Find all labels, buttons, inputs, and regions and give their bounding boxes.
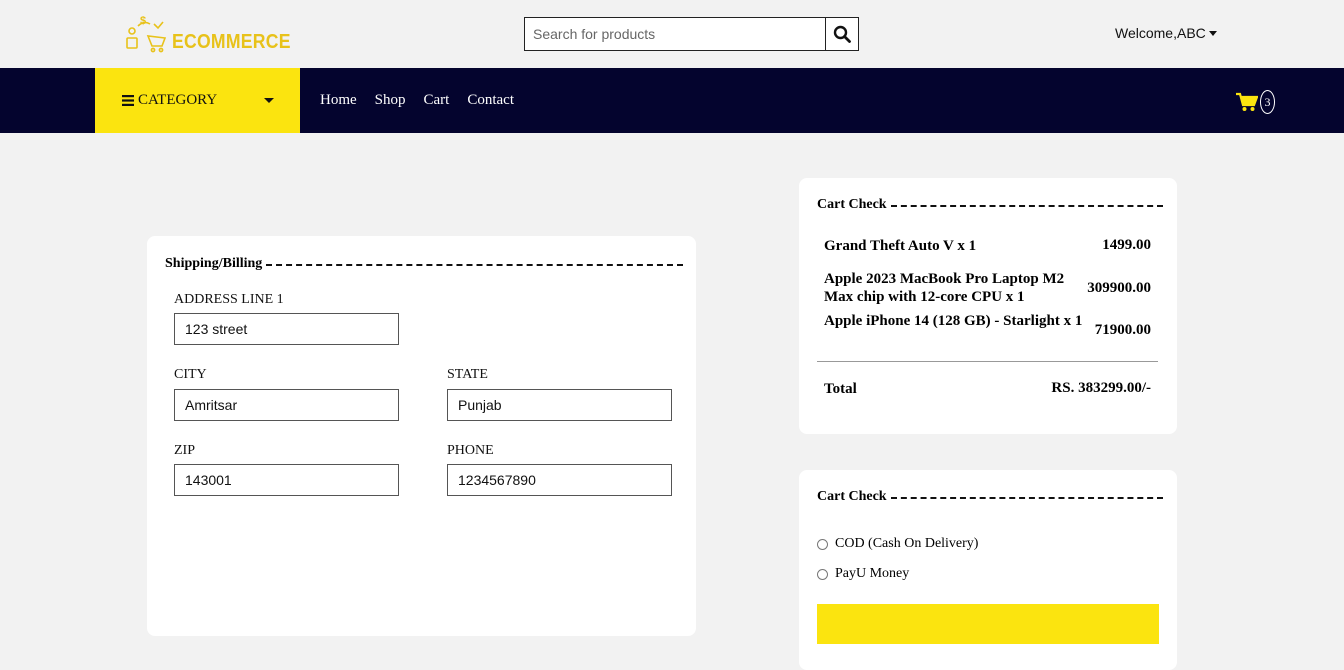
title-divider — [890, 497, 1163, 499]
search-input[interactable] — [525, 18, 825, 50]
svg-text:$: $ — [140, 15, 146, 27]
total-divider — [817, 361, 1158, 362]
search-bar — [524, 17, 859, 51]
cart-count-badge: 3 — [1260, 90, 1275, 114]
cart-check-title-text: Cart Check — [817, 197, 887, 212]
payment-title-text: Cart Check — [817, 489, 887, 504]
total-value: RS. 383299.00/- — [1051, 380, 1151, 396]
nav-links: Home Shop Cart Contact — [320, 68, 532, 133]
phone-input[interactable] — [447, 464, 672, 496]
chevron-down-icon — [1208, 30, 1217, 36]
city-label: CITY — [174, 367, 207, 382]
phone-label: PHONE — [447, 443, 494, 458]
state-input[interactable] — [447, 389, 672, 421]
city-input[interactable] — [174, 389, 399, 421]
cart-item-name: Grand Theft Auto V x 1 — [824, 238, 977, 254]
place-order-button[interactable] — [817, 604, 1159, 644]
cart-check-card: Cart Check Grand Theft Auto V x 1 1499.0… — [799, 178, 1177, 434]
cart-button[interactable]: 3 — [1236, 90, 1275, 114]
shopping-cart-icon — [1236, 92, 1258, 111]
shipping-title: Shipping/Billing — [165, 256, 683, 272]
address-label: ADDRESS LINE 1 — [174, 292, 284, 307]
user-menu[interactable]: Welcome,ABC — [1115, 25, 1217, 41]
search-button[interactable] — [825, 18, 858, 50]
nav-link-shop[interactable]: Shop — [375, 92, 406, 109]
zip-input[interactable] — [174, 464, 399, 496]
radio-button[interactable] — [817, 568, 828, 580]
cart-item-name: Apple iPhone 14 (128 GB) - Starlight x 1 — [824, 313, 1083, 329]
cart-item-name: Apple 2023 MacBook Pro Laptop M2 Max chi… — [824, 271, 1065, 305]
payment-title: Cart Check — [817, 489, 1163, 505]
brand-name: ECOMMERCE — [172, 30, 291, 53]
zip-label: ZIP — [174, 443, 195, 458]
cart-item-price: 309900.00 — [1087, 280, 1151, 296]
cart-item-price: 1499.00 — [1102, 237, 1151, 253]
radio-button[interactable] — [817, 538, 828, 550]
shopping-logo-icon: $ — [124, 14, 170, 54]
nav-link-home[interactable]: Home — [320, 92, 357, 109]
payment-option-payu[interactable]: PayU Money — [817, 566, 909, 582]
payment-option-label: PayU Money — [835, 566, 910, 581]
chevron-down-icon — [264, 98, 274, 103]
address-input[interactable] — [174, 313, 399, 345]
cart-item-price: 71900.00 — [1094, 322, 1151, 338]
search-icon — [833, 25, 851, 43]
payment-card: Cart Check COD (Cash On Delivery) PayU M… — [799, 470, 1177, 670]
welcome-text: Welcome,ABC — [1115, 25, 1206, 41]
state-label: STATE — [447, 367, 488, 382]
payment-option-label: COD (Cash On Delivery) — [835, 536, 979, 551]
category-dropdown[interactable]: CATEGORY — [95, 68, 300, 133]
shipping-title-text: Shipping/Billing — [165, 256, 263, 271]
title-divider — [890, 205, 1163, 207]
payment-option-cod[interactable]: COD (Cash On Delivery) — [817, 536, 978, 552]
title-divider — [266, 264, 683, 266]
nav-link-contact[interactable]: Contact — [467, 92, 514, 109]
total-label: Total — [824, 381, 857, 397]
brand-logo[interactable]: $ ECOMMERCE — [124, 12, 307, 56]
top-header: $ ECOMMERCE Welcome,ABC — [0, 0, 1344, 68]
nav-link-cart[interactable]: Cart — [424, 92, 450, 109]
category-label: CATEGORY — [138, 92, 218, 108]
shipping-billing-card: Shipping/Billing ADDRESS LINE 1 CITY STA… — [147, 236, 696, 636]
menu-icon — [122, 95, 134, 106]
cart-check-title: Cart Check — [817, 197, 1163, 213]
main-navbar: CATEGORY Home Shop Cart Contact 3 — [0, 68, 1344, 133]
